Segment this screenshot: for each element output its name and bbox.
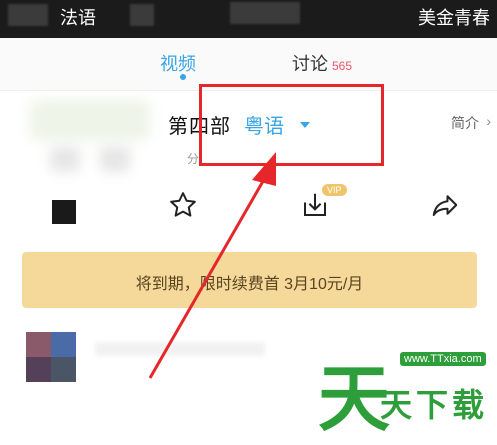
sub-info: 分 <box>187 152 200 166</box>
mosaic-thumbnail <box>26 332 76 382</box>
tab-discussion-label: 讨论 <box>292 54 328 74</box>
top-label-right: 美金青春 <box>418 8 490 28</box>
status-bar: 法语 美金青春 <box>0 0 497 38</box>
blurred-region <box>30 100 150 140</box>
star-icon[interactable] <box>168 190 198 225</box>
blurred-region <box>95 342 265 356</box>
blurred-region <box>100 146 130 172</box>
mosaic-cell <box>26 357 51 382</box>
blurred-region <box>130 4 154 26</box>
mosaic-cell <box>51 332 76 357</box>
mosaic-cell <box>26 332 51 357</box>
tab-discussion[interactable]: 讨论 565 <box>292 50 352 76</box>
discussion-count: 565 <box>332 59 353 73</box>
action-row <box>0 190 497 236</box>
chevron-right-icon[interactable]: › <box>486 113 491 129</box>
intro-link[interactable]: 简介 <box>451 113 479 133</box>
share-icon[interactable] <box>430 190 460 225</box>
blurred-region <box>230 2 300 24</box>
tab-video[interactable]: 视频 <box>160 50 196 76</box>
blurred-region <box>8 4 48 26</box>
renewal-banner[interactable]: 将到期，限时续费首 3月10元/月 <box>22 252 477 308</box>
highlight-box <box>199 84 384 166</box>
active-tab-indicator <box>180 74 186 80</box>
vip-badge: VIP <box>322 184 347 196</box>
top-label-left: 法语 <box>60 8 96 28</box>
blurred-region <box>50 146 80 172</box>
watermark-url: www.TTxia.com <box>400 352 486 366</box>
mosaic-cell <box>51 357 76 382</box>
watermark-text: 天下载 <box>380 387 489 423</box>
banner-text: 将到期，限时续费首 3月10元/月 <box>135 276 364 293</box>
